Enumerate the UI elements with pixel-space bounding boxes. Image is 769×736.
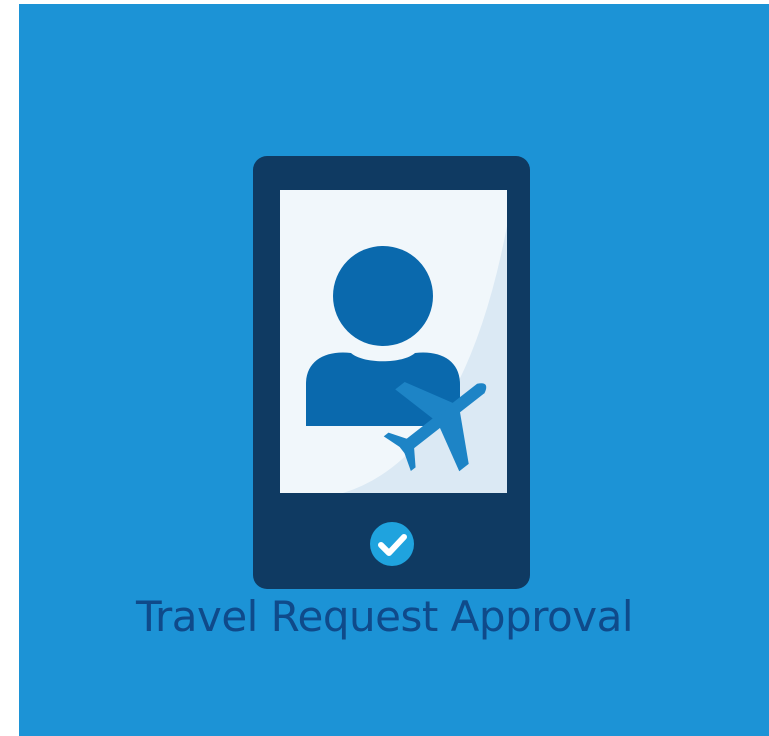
smartphone-icon [253, 156, 530, 589]
app-title: Travel Request Approval [135, 592, 634, 641]
checkmark-icon [370, 522, 414, 566]
